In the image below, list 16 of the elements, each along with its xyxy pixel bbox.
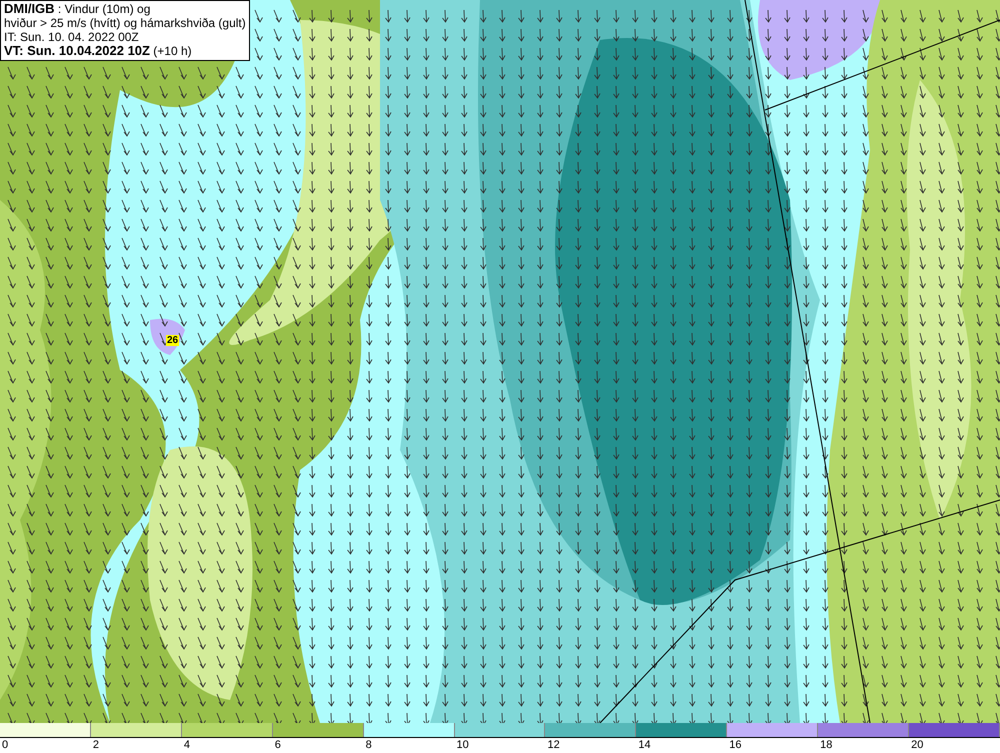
- scale-label: 2: [92, 739, 100, 752]
- scale-label: 16: [729, 739, 742, 752]
- legend-text: hviður > 25 m/s (hvítt) og hámarkshviða (gult): [4, 16, 246, 30]
- scale-label: 6: [274, 739, 281, 752]
- scale-label: 10: [456, 739, 469, 752]
- scale-label: 18: [820, 739, 832, 752]
- legend-text: DMI/IGB : Vindur (10m) og: [4, 2, 152, 16]
- scale-label: 20: [911, 739, 924, 752]
- scale-label: 8: [366, 739, 372, 752]
- legend-text: VT: Sun. 10.04.2022 10Z (+10 h): [4, 44, 193, 58]
- scale-label: 0: [2, 739, 8, 752]
- scale-label: 4: [184, 739, 190, 752]
- scale-label: 14: [638, 739, 651, 752]
- scale-label: 12: [547, 739, 560, 752]
- legend-text: IT: Sun. 10. 04. 2022 00Z: [4, 30, 140, 44]
- gust-marker: 26: [166, 335, 180, 346]
